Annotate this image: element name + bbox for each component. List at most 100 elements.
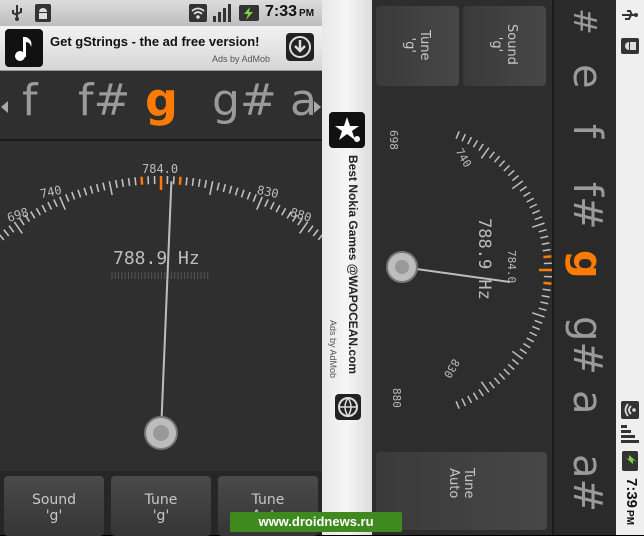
right-gauge-tick	[530, 332, 537, 336]
right-gauge-tick	[527, 338, 534, 342]
gauge-tick	[229, 186, 231, 194]
right-note-f-sharp[interactable]: f#	[564, 182, 610, 230]
stars-app-icon	[329, 112, 365, 148]
right-note-g-sharp[interactable]: g#	[564, 316, 610, 375]
signal-icon	[212, 3, 234, 23]
right-gauge-tick	[512, 359, 518, 364]
gauge-tick	[4, 230, 9, 236]
gauge-tick	[54, 199, 57, 206]
gauge-tick	[78, 190, 81, 198]
wifi-icon	[188, 3, 208, 23]
gauge-tick	[14, 222, 22, 233]
right-gauge-tick	[468, 396, 472, 403]
gauge-tick	[241, 190, 244, 198]
right-gauge-tick	[494, 156, 499, 162]
gauge-tick	[66, 194, 69, 201]
gauge-needle	[161, 181, 171, 433]
right-gauge-tick	[489, 382, 494, 388]
right-gauge-tick	[512, 181, 522, 189]
right-gauge-tick	[543, 283, 551, 284]
gauge-tick	[97, 184, 99, 192]
right-note-e[interactable]: e	[564, 64, 610, 89]
right-gauge-tick	[532, 223, 544, 227]
right-gauge-tick	[540, 236, 548, 238]
right-gauge-tick	[499, 374, 504, 380]
tune-g-button[interactable]: Tune 'g'	[111, 476, 211, 536]
right-gauge-tick	[532, 326, 539, 329]
middle-ad-by: Ads by AdMob	[328, 320, 338, 378]
right-gauge-tick	[473, 140, 477, 147]
right-tune-g-label: Tune'g'	[402, 30, 432, 60]
gauge-tick	[42, 205, 46, 212]
gauge-tick	[199, 179, 200, 187]
download-icon[interactable]	[286, 33, 314, 61]
right-sound-g-button[interactable]: Sound'g'	[463, 6, 546, 86]
right-gauge-tick	[462, 134, 465, 141]
right-gauge-tick	[540, 302, 548, 304]
left-status-time: 7:33PM	[265, 3, 314, 21]
right-gauge-tick	[508, 364, 514, 369]
gauge-tick	[48, 202, 52, 209]
right-gauge-tick	[512, 176, 518, 181]
left-screen: 7:33PM Get gStrings - the ad free versio…	[0, 0, 322, 535]
left-gauge: 784.0 698 740 830 880 788.9 Hz	[0, 141, 322, 471]
right-gauge-tick	[542, 296, 550, 297]
gauge-tick	[192, 178, 193, 186]
gauge-tick	[122, 179, 123, 187]
right-gauge-tick	[462, 399, 465, 406]
right-usb-icon	[621, 6, 639, 24]
right-status-time: 7:39PM	[623, 478, 640, 525]
left-ad-banner[interactable]: Get gStrings - the ad free version! Ads …	[0, 26, 322, 71]
left-ad-title: Get gStrings - the ad free version!	[50, 34, 260, 49]
right-tune-g-button[interactable]: Tune'g'	[376, 6, 459, 86]
gauge-tick	[60, 197, 66, 210]
music-note-icon	[5, 29, 43, 67]
gauge-tick	[0, 234, 4, 240]
right-gauge-tick	[504, 369, 510, 375]
right-note-sharp-partial[interactable]: #	[566, 8, 604, 35]
right-gauge-tick	[542, 243, 550, 244]
left-note-f-sharp[interactable]: f#	[78, 79, 130, 123]
right-note-a[interactable]: a	[564, 390, 610, 415]
left-note-g-selected[interactable]: g	[145, 77, 178, 123]
right-gauge-tick	[527, 198, 534, 202]
right-gauge-tick	[535, 320, 542, 323]
left-note-f[interactable]: f	[22, 79, 38, 123]
right-note-strip: # e f f# g g# a a#	[552, 0, 618, 535]
right-gauge-tick	[456, 401, 459, 408]
left-arrow-icon[interactable]	[1, 101, 9, 113]
gauge-tick	[103, 183, 105, 191]
right-note-a-sharp[interactable]: a#	[564, 454, 610, 512]
gauge-tick	[205, 180, 206, 188]
gauge-tick	[247, 192, 250, 200]
left-frequency-readout: 788.9 Hz	[113, 248, 200, 269]
right-tune-auto-label: TuneAuto	[446, 468, 476, 498]
right-screen: Tune'g' Sound'g' TuneAuto 698 740 784.0 …	[372, 0, 644, 535]
right-gauge-tick	[481, 148, 489, 159]
gauge-tick	[9, 226, 14, 232]
right-gauge-tick	[508, 170, 514, 175]
right-note-f[interactable]: f	[564, 124, 610, 138]
gauge-tick	[36, 208, 40, 215]
right-arrow-icon[interactable]	[313, 101, 321, 113]
right-gauge-tick	[530, 204, 537, 208]
right-gauge-tick	[512, 351, 522, 359]
globe-download-icon[interactable]	[335, 394, 361, 420]
right-gauge-tick	[473, 393, 477, 400]
middle-ad-strip[interactable]: Best Nokia Games @WAPOCEAN.com Ads by Ad…	[322, 0, 372, 535]
sound-g-button[interactable]: Sound 'g'	[4, 476, 104, 536]
right-needle-pivot-inner	[395, 260, 409, 274]
right-gauge-tick	[499, 161, 504, 167]
right-signal-icon	[620, 424, 640, 446]
right-gauge-label-880: 880	[390, 388, 403, 408]
gauge-tick	[31, 211, 35, 218]
needle-pivot-inner	[153, 425, 169, 441]
left-note-g-sharp[interactable]: g#	[212, 79, 277, 123]
gauge-tick	[116, 180, 117, 188]
middle-ad-title: Best Nokia Games @WAPOCEAN.com	[346, 155, 360, 374]
right-gauge-tick	[539, 308, 547, 310]
right-gauge-tick	[532, 210, 539, 213]
right-note-g-selected[interactable]: g	[564, 250, 610, 279]
right-gauge-tick	[523, 192, 530, 196]
left-gauge-center-label: 784.0	[142, 162, 178, 176]
